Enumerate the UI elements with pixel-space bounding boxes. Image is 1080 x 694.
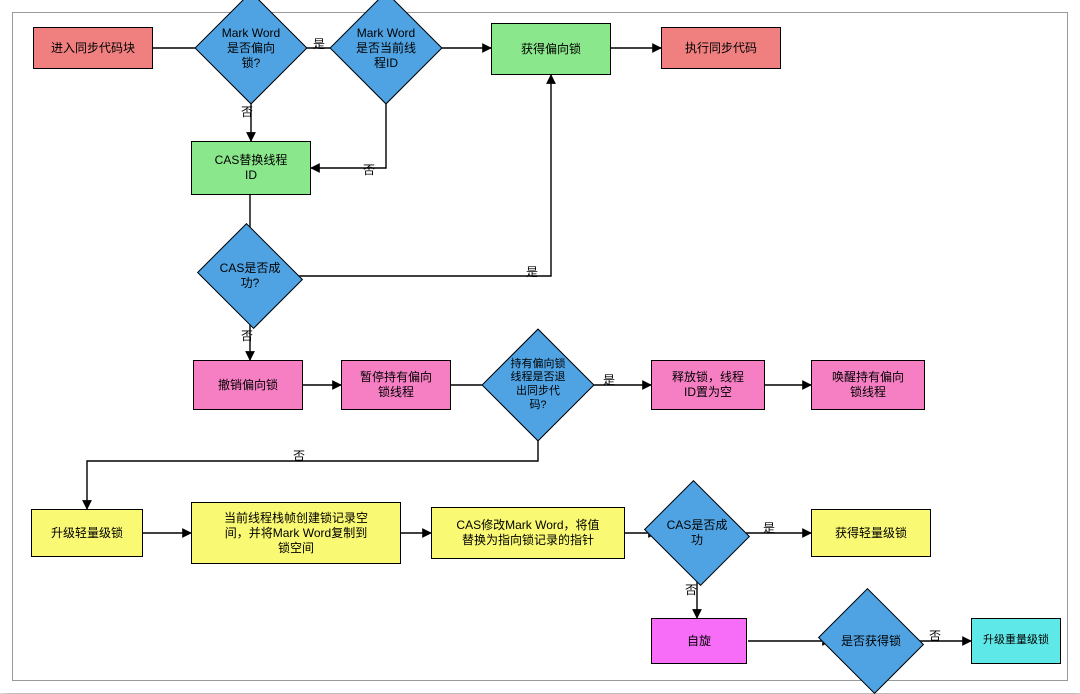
- label: CAS替换线程ID: [215, 153, 288, 183]
- node-spin: 自旋: [651, 618, 747, 664]
- label: 升级重量级锁: [983, 634, 1049, 648]
- label: CAS修改Mark Word，将值替换为指向锁记录的指针: [456, 518, 599, 548]
- node-acquire-biased: 获得偏向锁: [491, 23, 611, 75]
- label-no: 否: [241, 103, 253, 120]
- node-is-current-thread: Mark Word是否当前线程ID: [346, 8, 426, 88]
- label: 升级轻量级锁: [51, 526, 123, 541]
- label-no: 否: [363, 161, 375, 178]
- label: 获得偏向锁: [521, 42, 581, 57]
- node-pause-biased: 暂停持有偏向锁线程: [341, 360, 451, 410]
- node-upgrade-light: 升级轻量级锁: [31, 509, 143, 557]
- label: 进入同步代码块: [51, 41, 135, 56]
- label: 执行同步代码: [685, 41, 757, 56]
- label: Mark Word是否偏向锁?: [216, 26, 286, 71]
- label-yes: 是: [603, 371, 615, 388]
- node-got-lock: 是否获得锁: [831, 606, 911, 676]
- label-yes: 是: [526, 263, 538, 280]
- label: 当前线程栈帧创建锁记录空间，并将Mark Word复制到锁空间: [224, 511, 368, 556]
- label-no: 否: [929, 627, 941, 644]
- node-upgrade-heavy: 升级重量级锁: [971, 618, 1061, 664]
- label-yes: 是: [313, 35, 325, 52]
- node-release-lock: 释放锁，线程ID置为空: [651, 360, 765, 410]
- node-cas-modify: CAS修改Mark Word，将值替换为指向锁记录的指针: [431, 507, 625, 559]
- label: 自旋: [687, 634, 711, 649]
- node-cas-ok: CAS是否成功?: [210, 241, 290, 311]
- node-exited-sync: 持有偏向锁线程是否退出同步代码?: [498, 345, 578, 425]
- label-no: 否: [293, 447, 305, 464]
- diagram-canvas: 进入同步代码块 Mark Word是否偏向锁? Mark Word是否当前线程I…: [12, 12, 1068, 681]
- label: Mark Word是否当前线程ID: [350, 26, 422, 71]
- label: 是否获得锁: [835, 634, 907, 649]
- label: 持有偏向锁线程是否退出同步代码?: [505, 358, 572, 413]
- label: CAS是否成功: [661, 518, 734, 548]
- label: 释放锁，线程ID置为空: [672, 370, 744, 400]
- node-revoke-biased: 撤销偏向锁: [193, 360, 303, 410]
- node-enter-sync: 进入同步代码块: [33, 27, 153, 69]
- node-cas-replace: CAS替换线程ID: [191, 141, 311, 195]
- label: 暂停持有偏向锁线程: [360, 370, 432, 400]
- label: 获得轻量级锁: [835, 526, 907, 541]
- node-wake-biased: 唤醒持有偏向锁线程: [811, 360, 925, 410]
- label: 撤销偏向锁: [218, 378, 278, 393]
- label-no: 否: [241, 327, 253, 344]
- node-stack-record: 当前线程栈帧创建锁记录空间，并将Mark Word复制到锁空间: [191, 502, 401, 564]
- label-no: 否: [685, 581, 697, 598]
- node-cas-ok2: CAS是否成功: [657, 498, 737, 568]
- node-acquire-light: 获得轻量级锁: [811, 509, 931, 557]
- label: CAS是否成功?: [214, 261, 287, 291]
- node-is-biased: Mark Word是否偏向锁?: [211, 8, 291, 88]
- label: 唤醒持有偏向锁线程: [832, 370, 904, 400]
- label-yes: 是: [763, 519, 775, 536]
- node-exec-sync: 执行同步代码: [661, 27, 781, 69]
- diagram-frame: 进入同步代码块 Mark Word是否偏向锁? Mark Word是否当前线程I…: [0, 0, 1080, 693]
